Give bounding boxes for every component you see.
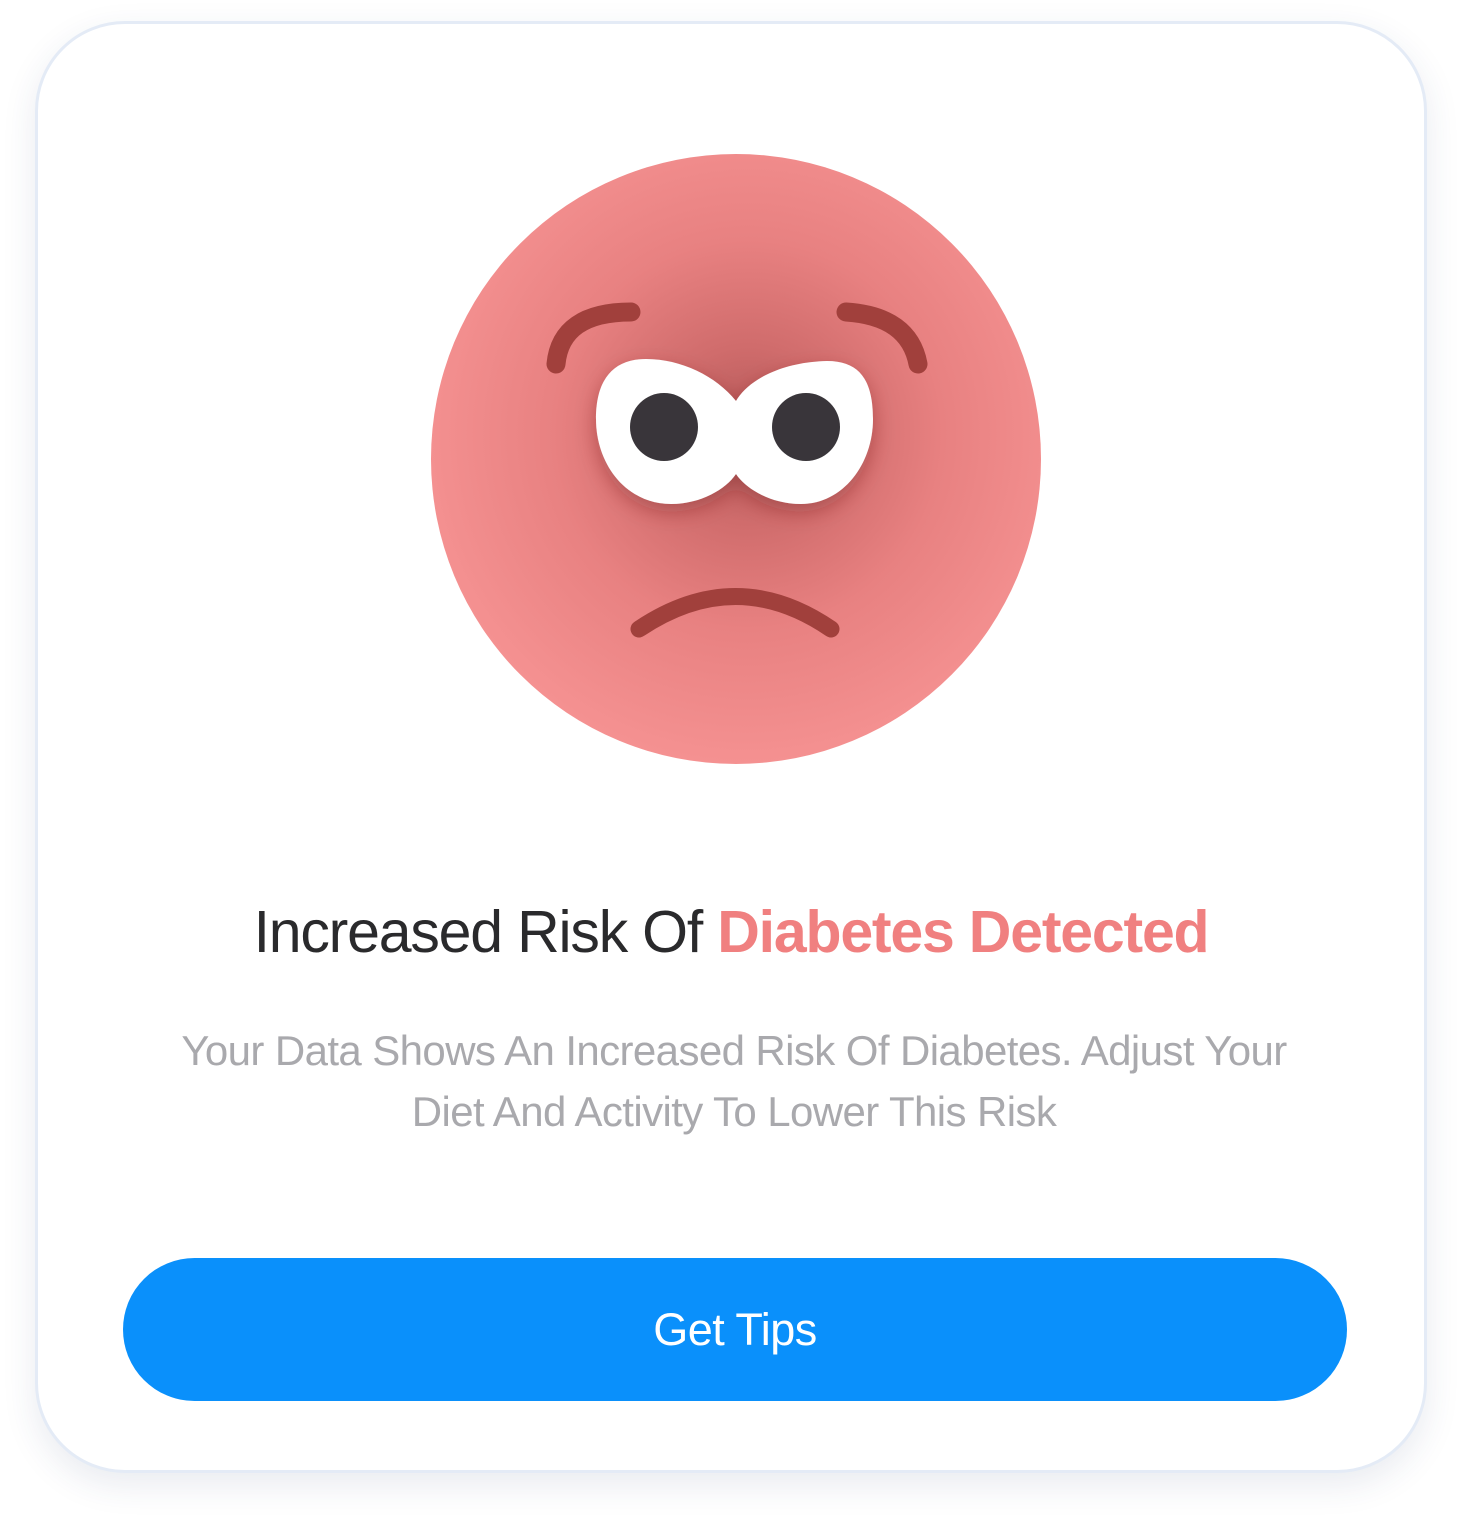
alert-description: Your Data Shows An Increased Risk Of Dia…: [181, 1027, 1287, 1135]
risk-alert-card: Increased Risk Of Diabetes Detected Your…: [35, 21, 1427, 1473]
title-highlight: Diabetes Detected: [717, 899, 1209, 965]
title-prefix: Increased Risk Of: [253, 899, 718, 965]
get-tips-button[interactable]: Get Tips: [123, 1258, 1347, 1401]
sad-face-icon: [431, 154, 1041, 764]
sad-face-illustration: [431, 154, 1041, 764]
right-pupil: [772, 393, 840, 461]
left-pupil: [630, 393, 698, 461]
alert-title: Increased Risk Of Diabetes Detected: [38, 892, 1424, 972]
